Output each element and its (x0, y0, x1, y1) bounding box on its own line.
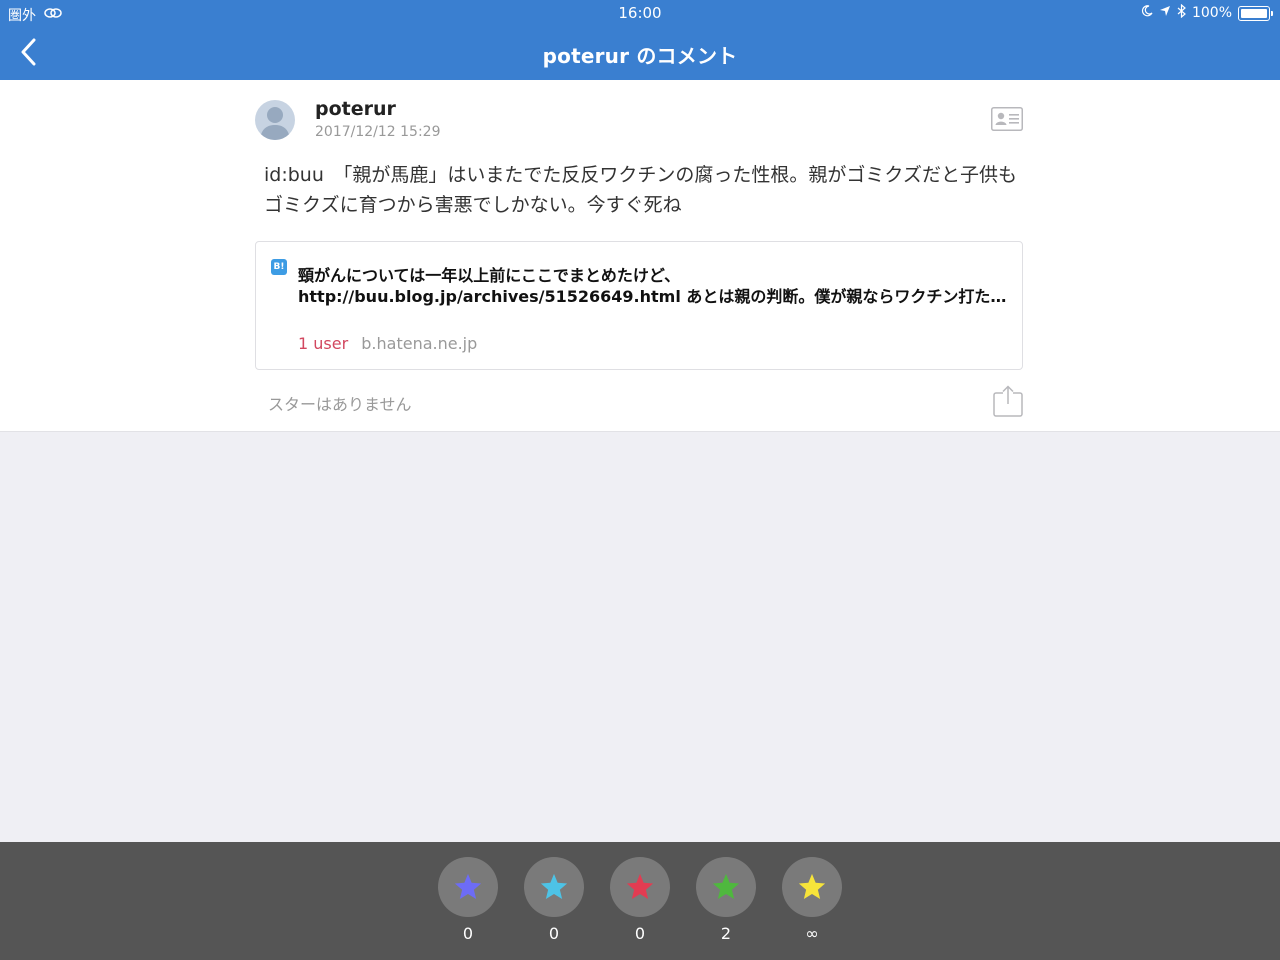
star-count-blue: 0 (548, 924, 560, 943)
status-time: 16:00 (618, 4, 662, 22)
username[interactable]: poterur (315, 98, 396, 120)
bluetooth-icon (1177, 3, 1186, 22)
star-icon (540, 873, 568, 899)
nav-bar: poterur のコメント (0, 28, 1280, 76)
status-bar: 圏外 16:00 100% (0, 0, 1280, 26)
hatena-bookmark-icon: B! (271, 259, 287, 275)
id-card-icon (991, 107, 1023, 131)
status-right: 100% (1141, 3, 1273, 22)
profile-card-button[interactable] (991, 107, 1023, 131)
user-silhouette-icon (260, 107, 290, 140)
star-count-red: 0 (634, 924, 646, 943)
star-icon (712, 873, 740, 899)
star-button-blue[interactable] (524, 857, 584, 917)
link-domain: b.hatena.ne.jp (361, 334, 478, 353)
comment-panel: poterur 2017/12/12 15:29 id:buu 「親が馬鹿」はい… (0, 80, 1280, 432)
star-count-yellow: ∞ (805, 924, 819, 943)
star-icon (454, 873, 482, 899)
link-title: 頸がんについては一年以上前にここでまとめたけど、http://buu.blog.… (298, 266, 1007, 306)
header: 圏外 16:00 100% poterur のコメント (0, 0, 1280, 80)
star-button-red[interactable] (610, 857, 670, 917)
star-count-purple: 0 (462, 924, 474, 943)
star-shape (798, 873, 826, 899)
no-stars-text: スターはありません (268, 395, 412, 414)
bookmark-link-card[interactable]: B! 頸がんについては一年以上前にここでまとめたけど、http://buu.bl… (255, 241, 1023, 370)
page-title: poterur のコメント (542, 44, 738, 68)
star-button-yellow[interactable] (782, 857, 842, 917)
star-button-purple[interactable] (438, 857, 498, 917)
link-meta: 1 user b.hatena.ne.jp (298, 334, 477, 353)
battery-percent: 100% (1191, 5, 1232, 21)
star-button-green[interactable] (696, 857, 756, 917)
star-shape (626, 873, 654, 899)
avatar[interactable] (255, 100, 295, 140)
star-icon (626, 873, 654, 899)
star-icon (798, 873, 826, 899)
share-icon (993, 385, 1023, 417)
timestamp: 2017/12/12 15:29 (315, 124, 441, 140)
location-icon (1159, 5, 1171, 21)
star-shape (540, 873, 568, 899)
star-shape (712, 873, 740, 899)
star-count-green: 2 (720, 924, 732, 943)
star-shape (454, 873, 482, 899)
user-count: 1 user (298, 334, 349, 353)
battery-icon (1238, 5, 1273, 21)
moon-icon (1141, 5, 1153, 21)
share-button[interactable] (993, 385, 1023, 417)
comment-text: id:buu 「親が馬鹿」はいまたでた反反ワクチンの腐った性根。親がゴミクズだと… (264, 164, 1018, 216)
star-palette-bar: 0 0 0 2 ∞ (0, 842, 1280, 960)
